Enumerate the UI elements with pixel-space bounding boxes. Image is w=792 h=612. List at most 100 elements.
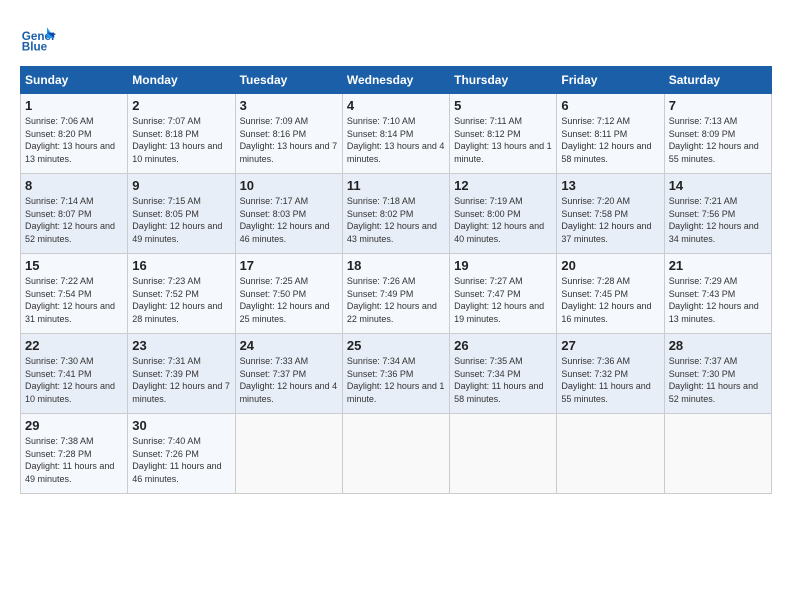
calendar-cell: 24 Sunrise: 7:33 AMSunset: 7:37 PMDayligh… [235, 334, 342, 414]
calendar-cell: 21 Sunrise: 7:29 AMSunset: 7:43 PMDayligh… [664, 254, 771, 334]
day-detail: Sunrise: 7:20 AMSunset: 7:58 PMDaylight:… [561, 195, 659, 245]
calendar-cell: 14 Sunrise: 7:21 AMSunset: 7:56 PMDayligh… [664, 174, 771, 254]
day-number: 9 [132, 178, 230, 193]
calendar-cell [450, 414, 557, 494]
calendar-cell: 10 Sunrise: 7:17 AMSunset: 8:03 PMDayligh… [235, 174, 342, 254]
day-number: 5 [454, 98, 552, 113]
day-detail: Sunrise: 7:36 AMSunset: 7:32 PMDaylight:… [561, 355, 659, 405]
calendar-cell: 26 Sunrise: 7:35 AMSunset: 7:34 PMDayligh… [450, 334, 557, 414]
calendar-cell [342, 414, 449, 494]
calendar-cell: 19 Sunrise: 7:27 AMSunset: 7:47 PMDayligh… [450, 254, 557, 334]
day-number: 22 [25, 338, 123, 353]
calendar-cell: 1 Sunrise: 7:06 AMSunset: 8:20 PMDaylight… [21, 94, 128, 174]
day-detail: Sunrise: 7:15 AMSunset: 8:05 PMDaylight:… [132, 195, 230, 245]
weekday-header-friday: Friday [557, 67, 664, 94]
day-number: 14 [669, 178, 767, 193]
logo: General Blue [20, 20, 62, 56]
calendar-cell: 27 Sunrise: 7:36 AMSunset: 7:32 PMDayligh… [557, 334, 664, 414]
day-detail: Sunrise: 7:25 AMSunset: 7:50 PMDaylight:… [240, 275, 338, 325]
day-detail: Sunrise: 7:21 AMSunset: 7:56 PMDaylight:… [669, 195, 767, 245]
day-detail: Sunrise: 7:31 AMSunset: 7:39 PMDaylight:… [132, 355, 230, 405]
weekday-header-saturday: Saturday [664, 67, 771, 94]
day-number: 10 [240, 178, 338, 193]
day-detail: Sunrise: 7:23 AMSunset: 7:52 PMDaylight:… [132, 275, 230, 325]
day-number: 30 [132, 418, 230, 433]
day-number: 25 [347, 338, 445, 353]
day-number: 1 [25, 98, 123, 113]
weekday-header-monday: Monday [128, 67, 235, 94]
calendar-cell: 2 Sunrise: 7:07 AMSunset: 8:18 PMDaylight… [128, 94, 235, 174]
day-number: 26 [454, 338, 552, 353]
day-detail: Sunrise: 7:14 AMSunset: 8:07 PMDaylight:… [25, 195, 123, 245]
calendar-cell: 11 Sunrise: 7:18 AMSunset: 8:02 PMDayligh… [342, 174, 449, 254]
day-detail: Sunrise: 7:26 AMSunset: 7:49 PMDaylight:… [347, 275, 445, 325]
day-detail: Sunrise: 7:34 AMSunset: 7:36 PMDaylight:… [347, 355, 445, 405]
day-detail: Sunrise: 7:19 AMSunset: 8:00 PMDaylight:… [454, 195, 552, 245]
day-number: 11 [347, 178, 445, 193]
day-detail: Sunrise: 7:18 AMSunset: 8:02 PMDaylight:… [347, 195, 445, 245]
calendar-cell: 8 Sunrise: 7:14 AMSunset: 8:07 PMDaylight… [21, 174, 128, 254]
day-number: 20 [561, 258, 659, 273]
day-number: 13 [561, 178, 659, 193]
day-number: 24 [240, 338, 338, 353]
day-number: 16 [132, 258, 230, 273]
day-number: 21 [669, 258, 767, 273]
day-number: 17 [240, 258, 338, 273]
day-detail: Sunrise: 7:10 AMSunset: 8:14 PMDaylight:… [347, 115, 445, 165]
calendar-cell: 25 Sunrise: 7:34 AMSunset: 7:36 PMDayligh… [342, 334, 449, 414]
calendar-cell: 9 Sunrise: 7:15 AMSunset: 8:05 PMDaylight… [128, 174, 235, 254]
day-number: 8 [25, 178, 123, 193]
day-number: 23 [132, 338, 230, 353]
day-detail: Sunrise: 7:12 AMSunset: 8:11 PMDaylight:… [561, 115, 659, 165]
logo-icon: General Blue [20, 20, 56, 56]
calendar-cell: 22 Sunrise: 7:30 AMSunset: 7:41 PMDayligh… [21, 334, 128, 414]
day-number: 28 [669, 338, 767, 353]
weekday-header-wednesday: Wednesday [342, 67, 449, 94]
calendar-cell: 15 Sunrise: 7:22 AMSunset: 7:54 PMDayligh… [21, 254, 128, 334]
page-header: General Blue [20, 20, 772, 56]
calendar-cell: 6 Sunrise: 7:12 AMSunset: 8:11 PMDaylight… [557, 94, 664, 174]
calendar-cell: 12Sunrise: 7:19 AMSunset: 8:00 PMDayligh… [450, 174, 557, 254]
weekday-header-sunday: Sunday [21, 67, 128, 94]
calendar-cell: 20 Sunrise: 7:28 AMSunset: 7:45 PMDayligh… [557, 254, 664, 334]
calendar-cell: 29 Sunrise: 7:38 AMSunset: 7:28 PMDayligh… [21, 414, 128, 494]
calendar-cell: 13 Sunrise: 7:20 AMSunset: 7:58 PMDayligh… [557, 174, 664, 254]
calendar-cell: 23 Sunrise: 7:31 AMSunset: 7:39 PMDayligh… [128, 334, 235, 414]
day-number: 15 [25, 258, 123, 273]
day-number: 18 [347, 258, 445, 273]
day-detail: Sunrise: 7:22 AMSunset: 7:54 PMDaylight:… [25, 275, 123, 325]
calendar-cell: 17 Sunrise: 7:25 AMSunset: 7:50 PMDayligh… [235, 254, 342, 334]
day-detail: Sunrise: 7:13 AMSunset: 8:09 PMDaylight:… [669, 115, 767, 165]
calendar-cell: 3Sunrise: 7:09 AMSunset: 8:16 PMDaylight… [235, 94, 342, 174]
day-detail: Sunrise: 7:37 AMSunset: 7:30 PMDaylight:… [669, 355, 767, 405]
day-detail: Sunrise: 7:07 AMSunset: 8:18 PMDaylight:… [132, 115, 230, 165]
day-number: 4 [347, 98, 445, 113]
calendar-cell: 28 Sunrise: 7:37 AMSunset: 7:30 PMDayligh… [664, 334, 771, 414]
day-detail: Sunrise: 7:33 AMSunset: 7:37 PMDaylight:… [240, 355, 338, 405]
svg-text:Blue: Blue [22, 41, 48, 54]
calendar-cell [664, 414, 771, 494]
calendar-cell: 18 Sunrise: 7:26 AMSunset: 7:49 PMDayligh… [342, 254, 449, 334]
calendar-cell: 4 Sunrise: 7:10 AMSunset: 8:14 PMDaylight… [342, 94, 449, 174]
day-number: 29 [25, 418, 123, 433]
day-detail: Sunrise: 7:30 AMSunset: 7:41 PMDaylight:… [25, 355, 123, 405]
calendar-cell: 16 Sunrise: 7:23 AMSunset: 7:52 PMDayligh… [128, 254, 235, 334]
day-detail: Sunrise: 7:29 AMSunset: 7:43 PMDaylight:… [669, 275, 767, 325]
day-detail: Sunrise: 7:27 AMSunset: 7:47 PMDaylight:… [454, 275, 552, 325]
day-detail: Sunrise: 7:09 AMSunset: 8:16 PMDaylight:… [240, 115, 338, 165]
calendar-table: SundayMondayTuesdayWednesdayThursdayFrid… [20, 66, 772, 494]
day-number: 27 [561, 338, 659, 353]
day-detail: Sunrise: 7:17 AMSunset: 8:03 PMDaylight:… [240, 195, 338, 245]
day-number: 2 [132, 98, 230, 113]
day-detail: Sunrise: 7:40 AMSunset: 7:26 PMDaylight:… [132, 435, 230, 485]
day-number: 7 [669, 98, 767, 113]
weekday-header-tuesday: Tuesday [235, 67, 342, 94]
day-number: 19 [454, 258, 552, 273]
day-detail: Sunrise: 7:06 AMSunset: 8:20 PMDaylight:… [25, 115, 123, 165]
day-detail: Sunrise: 7:35 AMSunset: 7:34 PMDaylight:… [454, 355, 552, 405]
calendar-cell [557, 414, 664, 494]
day-detail: Sunrise: 7:28 AMSunset: 7:45 PMDaylight:… [561, 275, 659, 325]
calendar-cell: 5Sunrise: 7:11 AMSunset: 8:12 PMDaylight… [450, 94, 557, 174]
day-number: 6 [561, 98, 659, 113]
day-detail: Sunrise: 7:38 AMSunset: 7:28 PMDaylight:… [25, 435, 123, 485]
